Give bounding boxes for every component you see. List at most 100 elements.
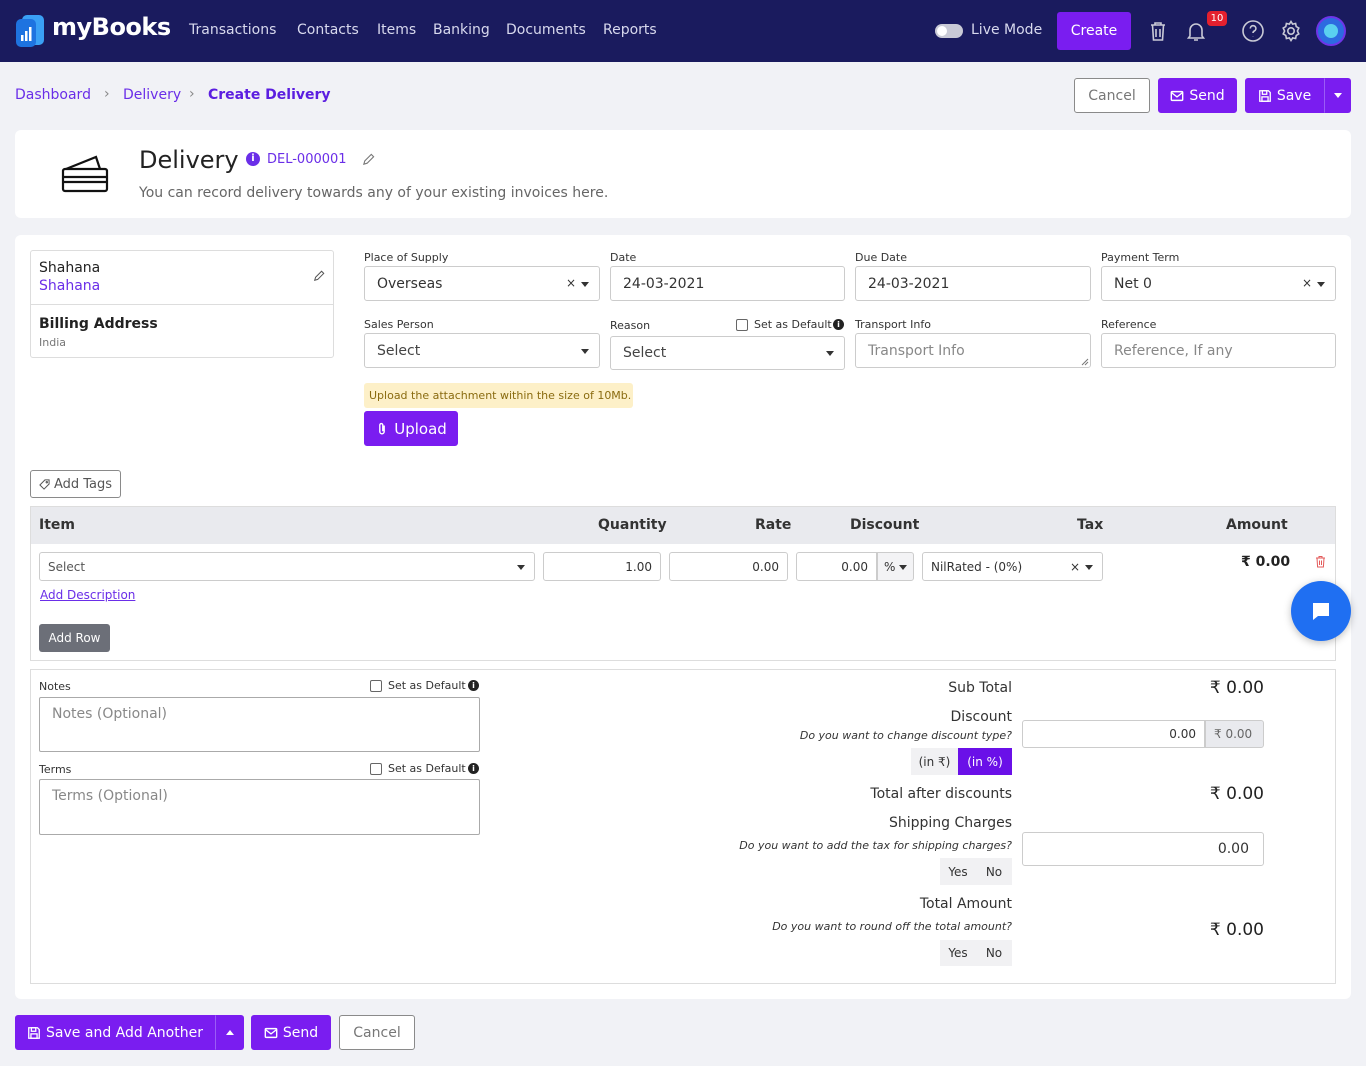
quantity-input[interactable]: 1.00 [543,552,661,581]
shipping-tax-yes-button[interactable]: Yes [940,858,976,885]
discount-type-select[interactable]: % [877,552,914,581]
mybooks-logo-icon[interactable] [16,15,46,47]
tax-select[interactable]: NilRated - (0%) × [922,552,1103,581]
reference-input[interactable]: Reference, If any [1101,333,1336,368]
due-date-field[interactable]: 24-03-2021 [855,266,1091,301]
cancel-button[interactable]: Cancel [1074,78,1150,113]
help-icon[interactable] [1241,19,1265,43]
bell-icon[interactable] [1184,19,1208,43]
header-discount: Discount [850,517,920,533]
breadcrumb-dashboard[interactable]: Dashboard [15,87,91,103]
sub-total-label: Sub Total [948,680,1012,696]
notes-set-default-label: Set as Default [388,679,466,692]
save-options-button[interactable] [1324,78,1351,113]
round-off-no-button[interactable]: No [976,940,1012,966]
reason-set-default-label: Set as Default [754,318,832,331]
paperclip-icon [379,422,386,434]
header-quantity: Quantity [598,517,667,533]
items-table-header [31,507,1335,544]
resize-handle-icon[interactable] [1081,358,1089,366]
notes-textarea[interactable]: Notes (Optional) [39,697,480,752]
chevron-down-icon [899,565,907,570]
chevron-down-icon [826,351,834,356]
upload-size-note: Upload the attachment within the size of… [364,383,633,408]
nav-items[interactable]: Items [377,22,416,38]
live-mode-toggle[interactable] [935,24,963,38]
divider [31,304,333,305]
notes-set-default-checkbox[interactable] [370,680,382,692]
shipping-tax-question: Do you want to add the tax for shipping … [739,839,1012,852]
billing-address-label: Billing Address [39,316,158,332]
due-date-label: Due Date [855,251,907,264]
brand-name[interactable]: myBooks [52,13,171,41]
shipping-tax-no-button[interactable]: No [976,858,1012,885]
breadcrumb-separator: › [104,86,110,102]
add-row-button[interactable]: Add Row [39,624,110,652]
info-icon[interactable]: i [468,680,479,691]
create-button[interactable]: Create [1057,12,1131,50]
terms-set-default-checkbox[interactable] [370,763,382,775]
customer-link[interactable]: Shahana [39,278,100,294]
envelope-icon [264,1027,278,1038]
sales-person-label: Sales Person [364,318,434,331]
round-off-yes-button[interactable]: Yes [940,940,976,966]
discount-type-rupee-button[interactable]: (in ₹) [911,748,958,775]
add-tags-button[interactable]: Add Tags [30,470,121,498]
clear-icon[interactable]: × [1302,276,1312,290]
sales-person-select[interactable]: Select [364,333,600,368]
edit-number-pencil-icon[interactable] [362,153,375,166]
discount-input[interactable]: 0.00 [796,552,877,581]
user-avatar[interactable] [1316,16,1346,46]
delivery-card-icon [61,155,109,193]
nav-contacts[interactable]: Contacts [297,22,359,38]
transport-info-input[interactable]: Transport Info [855,333,1091,368]
clear-icon[interactable]: × [566,276,576,290]
trash-icon[interactable] [1146,19,1170,43]
reason-label: Reason [610,319,651,332]
notes-label: Notes [39,680,71,693]
terms-textarea[interactable]: Terms (Optional) [39,779,480,835]
clear-icon[interactable]: × [1070,560,1080,574]
nav-reports[interactable]: Reports [603,22,657,38]
reason-select[interactable]: Select [610,336,845,370]
delete-row-trash-icon[interactable] [1315,555,1326,568]
footer-send-button[interactable]: Send [251,1015,331,1050]
save-add-options-button[interactable] [215,1015,244,1050]
breadcrumb-separator: › [189,86,195,102]
breadcrumb-delivery[interactable]: Delivery [123,87,181,103]
payment-term-select[interactable]: Net 0 × [1101,266,1336,301]
add-description-link[interactable]: Add Description [40,588,135,602]
info-icon[interactable]: i [833,319,844,330]
page-subtitle: You can record delivery towards any of y… [139,185,609,201]
sub-total-value: ₹ 0.00 [1209,678,1264,698]
nav-transactions[interactable]: Transactions [189,22,276,38]
gear-icon[interactable] [1279,19,1303,43]
rate-input[interactable]: 0.00 [669,552,788,581]
save-and-add-another-button[interactable]: Save and Add Another [15,1015,215,1050]
billing-country: India [39,336,66,349]
place-of-supply-select[interactable]: Overseas × [364,266,600,301]
reason-set-default-checkbox[interactable] [736,319,748,331]
item-select[interactable]: Select [39,552,535,581]
terms-set-default-label: Set as Default [388,762,466,775]
info-icon[interactable]: i [468,763,479,774]
discount-label: Discount [950,709,1012,725]
info-icon[interactable]: i [246,152,260,166]
chat-support-button[interactable] [1291,581,1351,641]
terms-label: Terms [39,763,72,776]
send-button[interactable]: Send [1158,78,1237,113]
nav-documents[interactable]: Documents [506,22,586,38]
edit-customer-pencil-icon[interactable] [313,270,325,282]
summary-discount-input[interactable]: 0.00 [1022,720,1205,748]
nav-banking[interactable]: Banking [433,22,490,38]
footer-cancel-button[interactable]: Cancel [339,1015,415,1050]
shipping-charges-input[interactable]: 0.00 [1022,832,1264,866]
chevron-down-icon [581,349,589,354]
upload-button[interactable]: Upload [364,411,458,446]
date-field[interactable]: 24-03-2021 [610,266,845,301]
discount-type-percent-button[interactable]: (in %) [958,748,1012,775]
discount-type-question: Do you want to change discount type? [799,729,1012,742]
round-off-question: Do you want to round off the total amoun… [772,920,1012,933]
save-button[interactable]: Save [1245,78,1324,113]
chevron-down-icon [1333,93,1342,98]
